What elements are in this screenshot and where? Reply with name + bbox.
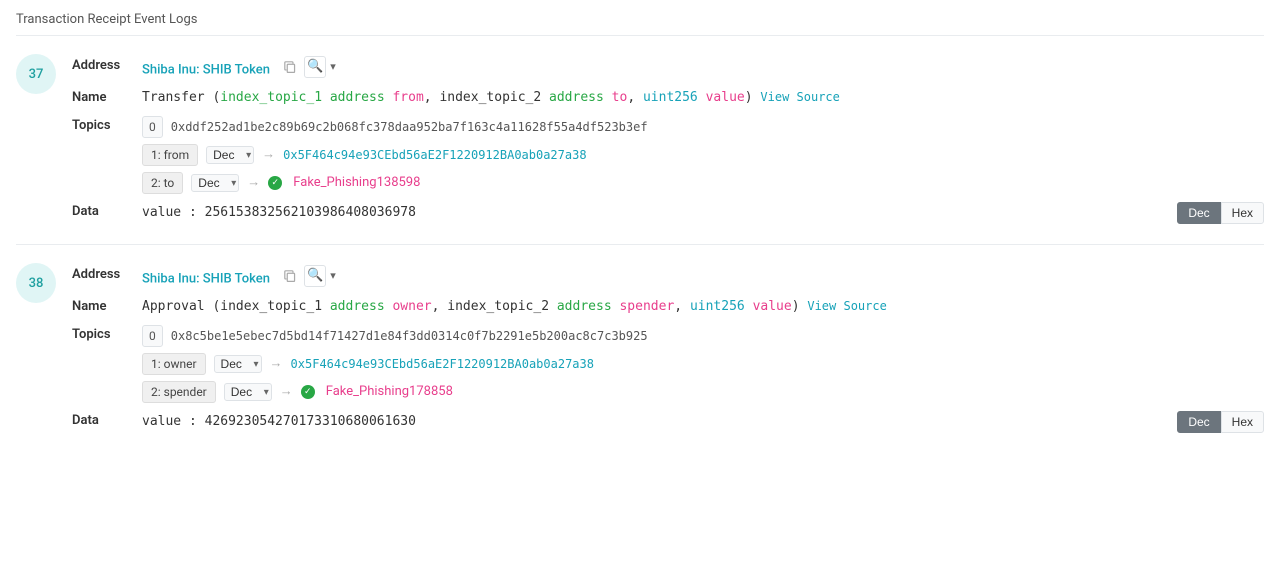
topic-label-2-38: 2: spender <box>142 381 216 403</box>
data-label-37: Data <box>72 202 142 219</box>
address-label-37: Address <box>72 56 142 73</box>
topic-row-2-37: 2: to Dec Hex → ✓ Fake_Phishing138598 <box>142 172 1264 194</box>
topics-row-37: Topics 0 0xddf252ad1be2c89b69c2b068fc378… <box>72 112 1264 198</box>
topics-label-38: Topics <box>72 325 142 342</box>
name-row-38: Name Approval (index_topic_1 address own… <box>72 293 1264 321</box>
topic-row-1-38: 1: owner Dec Hex → 0x5F464c94e93CEbd56aE… <box>142 353 1264 375</box>
data-buttons-37: Dec Hex <box>1177 202 1264 224</box>
topic-hash-0-37: 0xddf252ad1be2c89b69c2b068fc378daa952ba7… <box>171 118 648 136</box>
log-index-37: 37 <box>16 54 56 94</box>
address-link-38[interactable]: Shiba Inu: SHIB Token <box>142 272 270 287</box>
chevron-down-icon-37[interactable]: ▾ <box>330 59 336 76</box>
chevron-down-icon-38[interactable]: ▾ <box>330 268 336 285</box>
address-value-37: Shiba Inu: SHIB Token 🔍 ▾ <box>142 56 1264 80</box>
data-row-38: Data value : 426923054270173310680061630… <box>72 407 1264 437</box>
address-value-38: Shiba Inu: SHIB Token 🔍 ▾ <box>142 265 1264 289</box>
name-value-38: Approval (index_topic_1 address owner, i… <box>142 297 1264 317</box>
name-label-38: Name <box>72 297 142 314</box>
address-row-37: Address Shiba Inu: SHIB Token 🔍 ▾ <box>72 52 1264 84</box>
topic-decode-1-38[interactable]: Dec Hex <box>214 355 262 373</box>
phishing-icon-2-38: ✓ <box>301 385 315 399</box>
copy-button-37[interactable] <box>281 61 300 74</box>
topic-row-2-38: 2: spender Dec Hex → ✓ Fake_Phishing1788… <box>142 381 1264 403</box>
arrow-icon-2-38: → <box>280 382 293 402</box>
header-controls-37: 🔍 ▾ <box>281 56 336 78</box>
topics-container-38: 0 0x8c5be1e5ebec7d5bd14f71427d1e84f3dd03… <box>142 325 1264 403</box>
name-value-37: Transfer (index_topic_1 address from, in… <box>142 88 1264 108</box>
dec-button-38[interactable]: Dec <box>1177 411 1220 433</box>
name-row-37: Name Transfer (index_topic_1 address fro… <box>72 84 1264 112</box>
data-row-inner-37: value : 256153832562103986408036978 Dec … <box>142 202 1264 224</box>
topic-label-1-38: 1: owner <box>142 353 206 375</box>
topic-select-1-38[interactable]: Dec Hex <box>214 355 262 373</box>
arrow-icon-1-38: → <box>270 354 283 374</box>
topics-value-38: 0 0x8c5be1e5ebec7d5bd14f71427d1e84f3dd03… <box>142 325 1264 403</box>
topic-index-0-38: 0 <box>142 325 163 347</box>
log-entry-38: 38 Address Shiba Inu: SHIB Token 🔍 <box>16 244 1264 453</box>
topic-row-0-37: 0 0xddf252ad1be2c89b69c2b068fc378daa952b… <box>142 116 1264 138</box>
topic-address-1-38[interactable]: 0x5F464c94e93CEbd56aE2F1220912BA0ab0a27a… <box>291 355 594 373</box>
name-label-37: Name <box>72 88 142 105</box>
data-buttons-38: Dec Hex <box>1177 411 1264 433</box>
topic-phishing-2-38[interactable]: Fake_Phishing178858 <box>326 382 453 402</box>
zoom-icon-37[interactable]: 🔍 <box>304 56 326 78</box>
topic-address-1-37[interactable]: 0x5F464c94e93CEbd56aE2F1220912BA0ab0a27a… <box>283 146 586 164</box>
copy-button-38[interactable] <box>281 270 300 283</box>
topic-hash-0-38: 0x8c5be1e5ebec7d5bd14f71427d1e84f3dd0314… <box>171 327 648 345</box>
view-source-38[interactable]: View Source <box>807 299 886 313</box>
log-index-38: 38 <box>16 263 56 303</box>
topic-select-2-37[interactable]: Dec Hex <box>191 174 239 192</box>
view-source-37[interactable]: View Source <box>760 90 839 104</box>
topic-decode-2-37[interactable]: Dec Hex <box>191 174 239 192</box>
topics-container-37: 0 0xddf252ad1be2c89b69c2b068fc378daa952b… <box>142 116 1264 194</box>
topic-index-0-37: 0 <box>142 116 163 138</box>
page-title: Transaction Receipt Event Logs <box>0 0 1280 35</box>
zoom-icon-38[interactable]: 🔍 <box>304 265 326 287</box>
topic-decode-1-37[interactable]: Dec Hex <box>206 146 254 164</box>
topic-select-1-37[interactable]: Dec Hex <box>206 146 254 164</box>
log-container: 37 Address Shiba Inu: SHIB Token 🔍 <box>0 35 1280 453</box>
log-body-38: Address Shiba Inu: SHIB Token 🔍 ▾ <box>72 261 1264 437</box>
address-label-38: Address <box>72 265 142 282</box>
header-controls-38: 🔍 ▾ <box>281 265 336 287</box>
dec-button-37[interactable]: Dec <box>1177 202 1220 224</box>
phishing-icon-2-37: ✓ <box>268 176 282 190</box>
data-row-inner-38: value : 426923054270173310680061630 Dec … <box>142 411 1264 433</box>
hex-button-37[interactable]: Hex <box>1221 202 1264 224</box>
log-entry-37: 37 Address Shiba Inu: SHIB Token 🔍 <box>16 35 1264 244</box>
topic-phishing-2-37[interactable]: Fake_Phishing138598 <box>293 173 420 193</box>
topic-label-2-37: 2: to <box>142 172 183 194</box>
topics-label-37: Topics <box>72 116 142 133</box>
data-value-row-38: value : 426923054270173310680061630 Dec … <box>142 411 1264 433</box>
data-value-text-38: value : 426923054270173310680061630 <box>142 412 1177 432</box>
data-label-38: Data <box>72 411 142 428</box>
address-row-38: Address Shiba Inu: SHIB Token 🔍 ▾ <box>72 261 1264 293</box>
hex-button-38[interactable]: Hex <box>1221 411 1264 433</box>
topics-value-37: 0 0xddf252ad1be2c89b69c2b068fc378daa952b… <box>142 116 1264 194</box>
data-row-37: Data value : 256153832562103986408036978… <box>72 198 1264 228</box>
arrow-icon-2-37: → <box>247 173 260 193</box>
data-value-text-37: value : 256153832562103986408036978 <box>142 203 1177 223</box>
topics-row-38: Topics 0 0x8c5be1e5ebec7d5bd14f71427d1e8… <box>72 321 1264 407</box>
data-value-row-37: value : 256153832562103986408036978 Dec … <box>142 202 1264 224</box>
topic-label-1-37: 1: from <box>142 144 198 166</box>
log-body-37: Address Shiba Inu: SHIB Token 🔍 ▾ <box>72 52 1264 228</box>
topic-row-0-38: 0 0x8c5be1e5ebec7d5bd14f71427d1e84f3dd03… <box>142 325 1264 347</box>
topic-select-2-38[interactable]: Dec Hex <box>224 383 272 401</box>
address-link-37[interactable]: Shiba Inu: SHIB Token <box>142 63 270 78</box>
topic-row-1-37: 1: from Dec Hex → 0x5F464c94e93CEbd56aE2… <box>142 144 1264 166</box>
topic-decode-2-38[interactable]: Dec Hex <box>224 383 272 401</box>
arrow-icon-1-37: → <box>262 145 275 165</box>
